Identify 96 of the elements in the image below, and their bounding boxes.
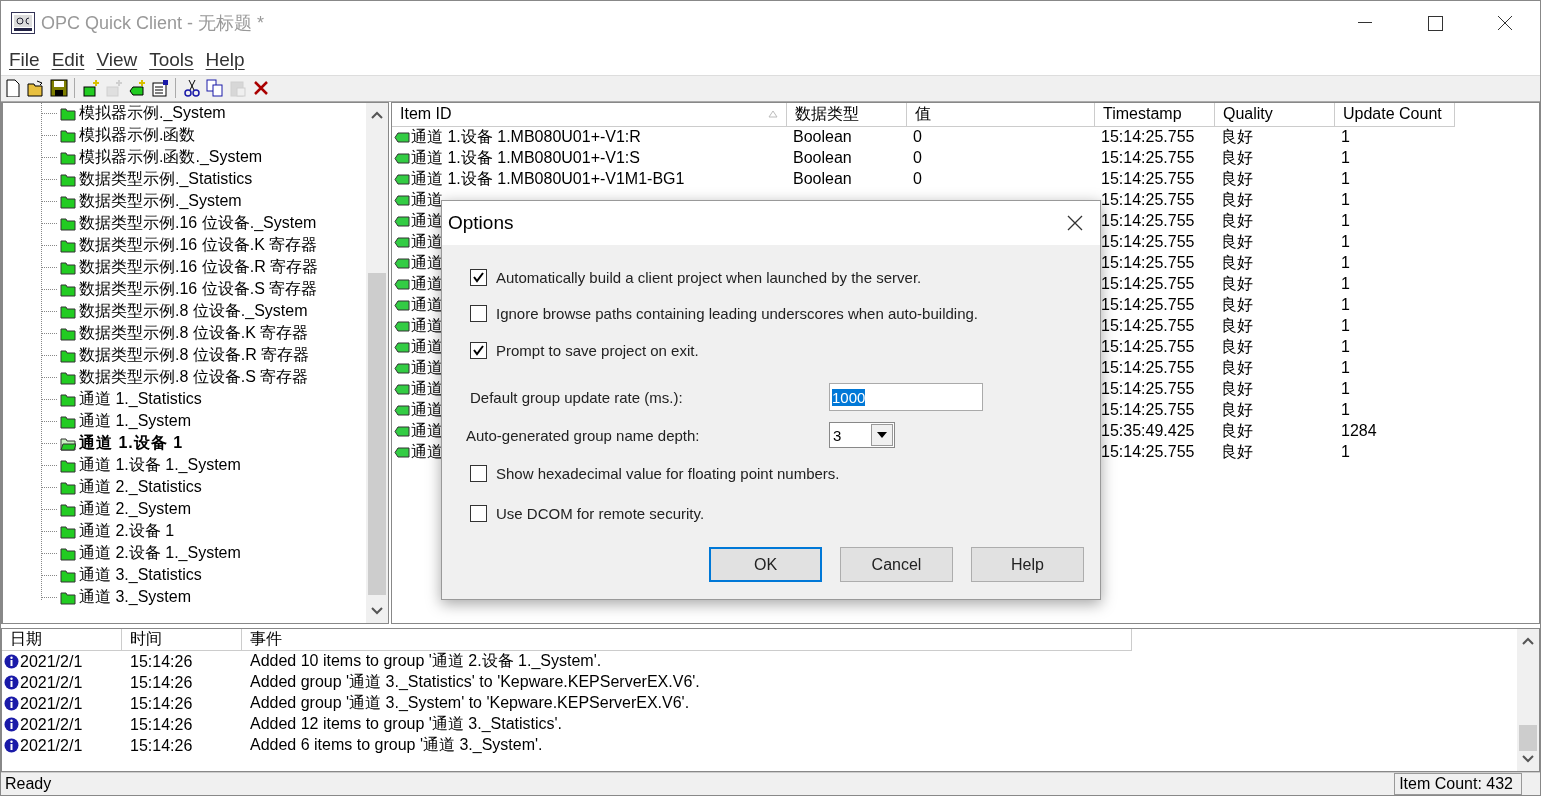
table-cell-text: 1 (1340, 191, 1351, 210)
table-cell-text: 15:14:26 (129, 652, 194, 671)
table-cell-text: 1 (1340, 359, 1351, 378)
option-label: Show hexadecimal value for floating point numbers. (496, 464, 840, 482)
table-cell-text: 15:14:25.755 (1100, 275, 1196, 294)
table-cell-text: Boolean (792, 149, 853, 168)
table-cell-text: 15:14:25.755 (1100, 380, 1196, 399)
table-cell-text: 15:35:49.425 (1100, 422, 1196, 441)
option-label: Ignore browse paths containing leading underscores when auto-building. (496, 305, 978, 322)
table-cell-text: 15:14:25.755 (1100, 359, 1196, 378)
table-cell-text: 1 (1340, 296, 1351, 315)
option-label: Prompt to save project on exit. (496, 342, 699, 359)
table-cell-text: 0 (912, 149, 923, 168)
table-cell-text: 通道 (411, 294, 443, 315)
table-cell-text: Boolean (792, 128, 853, 147)
table-cell-text: 良好 (1220, 189, 1254, 210)
table-cell-text: 良好 (1220, 168, 1254, 189)
table-cell-text: Added 10 items to group '通道 2.设备 1._System'. (249, 651, 603, 671)
table-cell-text: 15:14:25.755 (1100, 149, 1196, 168)
table-cell-text: 1 (1340, 254, 1351, 273)
table-cell-text: 1 (1340, 212, 1351, 231)
option-label: Automatically build a client project when launched by the server. (496, 268, 922, 286)
table-cell-text: 通道 (411, 357, 443, 378)
table-cell-text: 通道 (411, 420, 443, 441)
status-text: Ready (4, 775, 53, 793)
table-cell-text: 良好 (1220, 294, 1254, 315)
table-cell-text: 15:14:26 (129, 715, 194, 734)
window-title: OPC Quick Client - 无标题 * (41, 12, 265, 35)
table-cell-text: 良好 (1220, 420, 1254, 441)
table-cell-text: 15:14:25.755 (1100, 296, 1196, 315)
table-cell-text: 1 (1340, 443, 1351, 462)
table-cell-text: 15:14:25.755 (1100, 212, 1196, 231)
table-cell-text: 良好 (1220, 147, 1254, 168)
table-cell-text: 通道 (411, 273, 443, 294)
table-cell-text: 良好 (1220, 441, 1254, 462)
table-cell-text: 通道 (411, 336, 443, 357)
table-cell-text: 良好 (1220, 273, 1254, 294)
table-cell-text: 通道 (411, 252, 443, 273)
table-cell-text: 15:14:25.755 (1100, 191, 1196, 210)
table-cell-text: 通道 1.设备 1.MB080U01+-V1:R (411, 126, 641, 147)
table-cell-text: 通道 1.设备 1.MB080U01+-V1:S (411, 147, 640, 168)
table-cell-text: 良好 (1220, 252, 1254, 273)
table-cell-text: 0 (912, 170, 923, 189)
table-cell-text: 通道 (411, 378, 443, 399)
table-cell-text: 15:14:25.755 (1100, 401, 1196, 420)
table-cell-text: 通道 (411, 210, 443, 231)
table-cell-text: 1284 (1340, 422, 1378, 441)
table-cell-text: 良好 (1220, 210, 1254, 231)
table-cell-text: Added group '通道 3._Statistics' to 'Kepware.KEPServerEX.V6'. (249, 672, 701, 692)
table-cell-text: 通道 1.设备 1.MB080U01+-V1M1-BG1 (411, 168, 685, 189)
table-cell-text: 1 (1340, 128, 1351, 147)
table-cell-text: 1 (1340, 170, 1351, 189)
table-cell-text: 15:14:25.755 (1100, 233, 1196, 252)
table-cell-text: 良好 (1220, 378, 1254, 399)
table-cell-text: 1 (1340, 380, 1351, 399)
item-count: Item Count: 432 (1394, 773, 1522, 795)
table-cell-text: 15:14:25.755 (1100, 170, 1196, 189)
table-cell-text: 1 (1340, 149, 1351, 168)
table-cell-text: 15:14:25.755 (1100, 128, 1196, 147)
table-cell-text: 1 (1340, 401, 1351, 420)
table-cell-text: 良好 (1220, 315, 1254, 336)
table-cell-text: 通道 (411, 441, 443, 462)
option-label: Use DCOM for remote security. (496, 504, 705, 522)
table-cell-text: 0 (912, 128, 923, 147)
table-cell: 2021/2/1 (20, 694, 83, 713)
table-cell-text: 良好 (1220, 399, 1254, 420)
table-cell-text: 良好 (1220, 126, 1254, 147)
table-cell-text: 通道 (411, 189, 443, 210)
field-label: Default group update rate (ms.): (470, 388, 684, 406)
table-cell-text: 良好 (1220, 336, 1254, 357)
table-cell-text: 1 (1340, 275, 1351, 294)
table-cell-text: 通道 (411, 399, 443, 420)
table-cell: 2021/2/1 (20, 673, 83, 692)
table-cell-text: 良好 (1220, 231, 1254, 252)
table-cell-text: 15:14:26 (129, 694, 194, 713)
table-cell-text: 良好 (1220, 357, 1254, 378)
table-cell-text: 15:14:26 (129, 736, 194, 755)
table-cell-text: 15:14:25.755 (1100, 254, 1196, 273)
table-cell-text: Added 12 items to group '通道 3._Statistics'. (249, 714, 564, 734)
table-cell: 2021/2/1 (20, 652, 83, 671)
table-cell-text: 15:14:26 (129, 673, 194, 692)
table-cell-text: 1 (1340, 338, 1351, 357)
table-cell-text: Added 6 items to group '通道 3._System'. (249, 735, 544, 755)
table-cell-text: 1 (1340, 317, 1351, 336)
table-cell: 2021/2/1 (20, 715, 83, 734)
table-cell-text: 15:14:25.755 (1100, 443, 1196, 462)
table-cell-text: Added group '通道 3._System' to 'Kepware.KEPServerEX.V6'. (249, 693, 691, 713)
table-cell-text: 通道 (411, 315, 443, 336)
table-cell-text: 15:14:25.755 (1100, 338, 1196, 357)
table-cell-text: 1 (1340, 233, 1351, 252)
table-cell-text: Boolean (792, 170, 853, 189)
dialog-title: Options (448, 212, 514, 234)
table-cell-text: 通道 (411, 231, 443, 252)
table-cell: 2021/2/1 (20, 736, 83, 755)
field-label: Auto-generated group name depth: (466, 426, 701, 444)
table-cell-text: 15:14:25.755 (1100, 317, 1196, 336)
